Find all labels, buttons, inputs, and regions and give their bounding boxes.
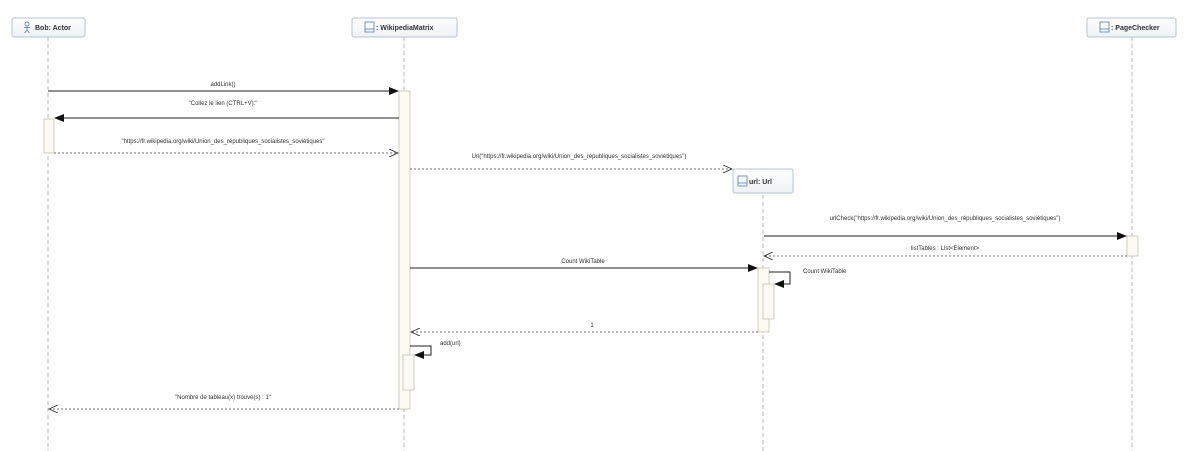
message-label: 1: [590, 323, 594, 329]
lifeline-box-checker[interactable]: : PageChecker: [1086, 17, 1177, 38]
message-label: urlCheck("https://fr.wikipedia.org/wiki/…: [830, 216, 1061, 222]
lifeline-label-url: url: Url: [749, 179, 772, 186]
lifeline-label-checker: : PageChecker: [1111, 25, 1160, 32]
activation-url-self: [762, 283, 775, 320]
lifeline-box-url[interactable]: url: Url: [732, 168, 794, 194]
sequence-diagram: Bob: Actor : WikipediaMatrix : PageCheck…: [11, 17, 1177, 451]
message-label: "https://fr.wikipedia.org/wiki/Union_des…: [121, 139, 324, 145]
message-label: Count WikiTable: [561, 259, 605, 265]
activation-actor: [43, 118, 55, 154]
lifeline-label-matrix: : WikipediaMatrix: [376, 25, 434, 32]
activation-matrix-self: [402, 354, 415, 391]
lifeline-box-actor[interactable]: Bob: Actor: [11, 17, 86, 38]
message-label: "Collez le lien (CTRL+V):": [189, 101, 258, 107]
message-label: listTables : List<Element>: [911, 246, 980, 252]
self-message-arrow: [769, 271, 791, 288]
message-label: add(url): [440, 341, 461, 347]
lifeline-box-matrix[interactable]: : WikipediaMatrix: [351, 17, 458, 38]
message-label: addLink(): [210, 82, 235, 88]
activation-checker: [1126, 235, 1139, 257]
lifeline-label-actor: Bob: Actor: [35, 25, 71, 32]
message-label: "Nombre de tableau(x) trouvé(s) : 1": [175, 395, 271, 401]
message-label: Count WikiTable: [803, 269, 847, 275]
message-label: Url("https://fr.wikipedia.org/wiki/Union…: [472, 154, 687, 160]
self-message-arrow: [410, 345, 432, 359]
